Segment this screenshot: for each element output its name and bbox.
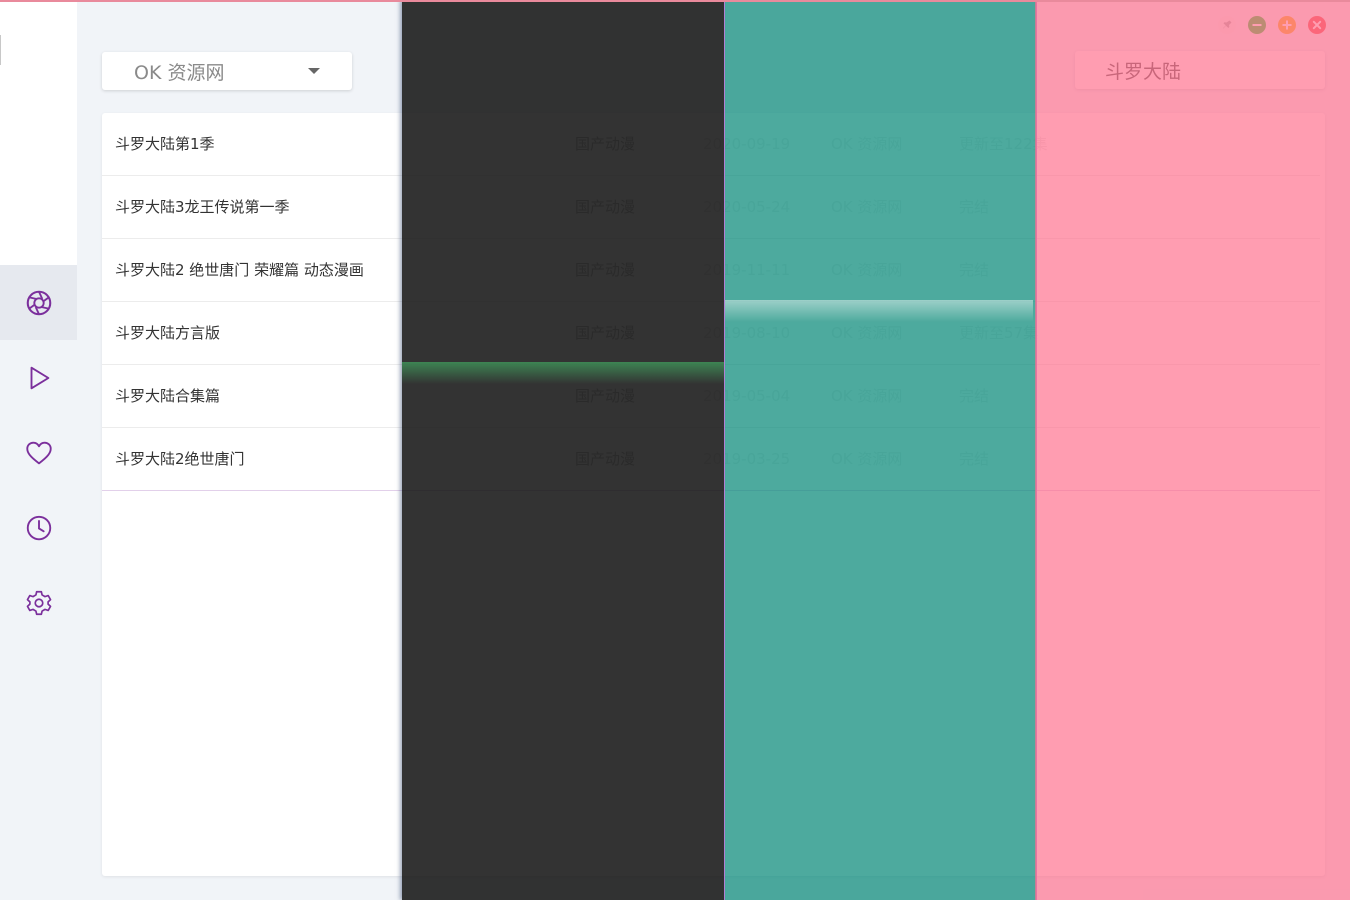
result-type: 国产动漫 <box>575 387 636 405</box>
aperture-icon <box>26 290 51 315</box>
close-button[interactable] <box>1308 16 1326 34</box>
result-type: 国产动漫 <box>575 135 636 153</box>
result-source: OK 资源网 <box>831 261 903 279</box>
download-button[interactable]: 下载 <box>1256 365 1286 427</box>
table-row[interactable]: 斗罗大陆2绝世唐门 国产动漫 2019-03-25 OK 资源网 完结 播放 收藏 分享 下载 <box>102 428 1320 491</box>
table-row[interactable]: 斗罗大陆第1季 国产动漫 2020-09-19 OK 资源网 更新至122集 播放 收藏 分享… <box>102 113 1320 176</box>
result-status: 完结 <box>959 387 990 405</box>
play-icon <box>30 366 49 389</box>
table-row[interactable]: 斗罗大陆2 绝世唐门 荣耀篇 动态漫画 国产动漫 2019-11-11 OK 资源网 完… <box>102 239 1320 302</box>
favorite-button[interactable]: 收藏 <box>1143 176 1173 238</box>
play-button[interactable]: 播放 <box>1087 428 1117 490</box>
close-icon <box>1308 16 1326 34</box>
sidebar-item-favorites[interactable] <box>0 415 77 490</box>
clock-icon <box>26 515 51 540</box>
chevron-down-icon <box>308 68 320 74</box>
result-status: 完结 <box>959 261 990 279</box>
result-status: 更新至122集 <box>959 135 1048 153</box>
share-button[interactable]: 分享 <box>1199 365 1229 427</box>
favorite-button[interactable]: 收藏 <box>1143 239 1173 301</box>
sidebar-item-settings[interactable] <box>0 565 77 640</box>
result-title[interactable]: 斗罗大陆方言版 <box>115 302 220 364</box>
table-row[interactable]: 斗罗大陆3龙王传说第一季 国产动漫 2020-05-24 OK 资源网 完结 播放 收藏 分享… <box>102 176 1320 239</box>
result-title[interactable]: 斗罗大陆合集篇 <box>115 365 220 427</box>
result-date: 2019-11-11 <box>703 261 791 279</box>
sidebar-divider <box>0 35 4 65</box>
sidebar-item-history[interactable] <box>0 490 77 565</box>
heart-icon <box>25 441 52 464</box>
share-button[interactable]: 分享 <box>1199 239 1229 301</box>
download-button[interactable]: 下载 <box>1256 302 1286 364</box>
pin-button[interactable] <box>1218 16 1236 34</box>
maximize-button[interactable] <box>1278 16 1296 34</box>
result-title[interactable]: 斗罗大陆3龙王传说第一季 <box>115 176 290 238</box>
play-button[interactable]: 播放 <box>1087 239 1117 301</box>
result-source: OK 资源网 <box>831 450 903 468</box>
favorite-button[interactable]: 收藏 <box>1143 302 1173 364</box>
play-button[interactable]: 播放 <box>1087 302 1117 364</box>
result-status: 完结 <box>959 450 990 468</box>
sidebar-header <box>0 0 77 265</box>
result-type: 国产动漫 <box>575 198 636 216</box>
result-source: OK 资源网 <box>831 387 903 405</box>
result-date: 2019-05-04 <box>703 387 791 405</box>
result-title[interactable]: 斗罗大陆2 绝世唐门 荣耀篇 动态漫画 <box>115 239 364 301</box>
sidebar-item-player[interactable] <box>0 340 77 415</box>
result-status: 更新至57集 <box>959 324 1039 342</box>
minimize-button[interactable] <box>1248 16 1266 34</box>
result-title[interactable]: 斗罗大陆2绝世唐门 <box>115 428 245 490</box>
result-title[interactable]: 斗罗大陆第1季 <box>115 113 215 175</box>
source-select-value: OK 资源网 <box>134 61 225 84</box>
table-row[interactable]: 斗罗大陆方言版 国产动漫 2019-08-10 OK 资源网 更新至57集 播放 收藏 分享下… <box>102 302 1320 365</box>
result-date: 2019-08-10 <box>703 324 791 342</box>
sidebar-item-search[interactable] <box>0 265 77 340</box>
result-type: 国产动漫 <box>575 450 636 468</box>
source-select[interactable]: OK 资源网 <box>102 52 352 90</box>
favorite-button[interactable]: 收藏 <box>1143 365 1173 427</box>
play-button[interactable]: 播放 <box>1087 365 1117 427</box>
download-button[interactable]: 下载 <box>1256 113 1286 175</box>
pin-icon <box>1218 16 1236 34</box>
result-source: OK 资源网 <box>831 324 903 342</box>
settings-icon <box>26 590 51 615</box>
download-button[interactable]: 下载 <box>1256 239 1286 301</box>
share-button[interactable]: 分享 <box>1199 302 1229 364</box>
result-date: 2020-09-19 <box>703 135 791 153</box>
result-status: 完结 <box>959 198 990 216</box>
result-date: 2020-05-24 <box>703 198 791 216</box>
results-table: 斗罗大陆第1季 国产动漫 2020-09-19 OK 资源网 更新至122集 播放 收藏 分享… <box>102 113 1320 491</box>
share-button[interactable]: 分享 <box>1199 176 1229 238</box>
results-panel: 斗罗大陆第1季 国产动漫 2020-09-19 OK 资源网 更新至122集 播放 收藏 分享… <box>102 113 1325 876</box>
share-button[interactable]: 分享 <box>1199 113 1229 175</box>
play-button[interactable]: 播放 <box>1087 176 1117 238</box>
sidebar <box>0 0 77 900</box>
minimize-icon <box>1248 16 1266 34</box>
share-button[interactable]: 分享 <box>1199 428 1229 490</box>
play-button[interactable]: 播放 <box>1087 113 1117 175</box>
download-button[interactable]: 下载 <box>1256 176 1286 238</box>
favorite-button[interactable]: 收藏 <box>1143 113 1173 175</box>
search-input[interactable] <box>1075 51 1325 89</box>
favorite-button[interactable]: 收藏 <box>1143 428 1173 490</box>
result-source: OK 资源网 <box>831 198 903 216</box>
maximize-icon <box>1278 16 1296 34</box>
result-date: 2019-03-25 <box>703 450 791 468</box>
result-source: OK 资源网 <box>831 135 903 153</box>
table-row[interactable]: 斗罗大陆合集篇 国产动漫 2019-05-04 OK 资源网 完结 播放 收藏 分享 下载 <box>102 365 1320 428</box>
result-type: 国产动漫 <box>575 261 636 279</box>
result-type: 国产动漫 <box>575 324 636 342</box>
app-window: OK 资源网 斗罗大陆第1季国产动漫2020-09-19OK 资源网更新至122… <box>0 0 1350 900</box>
download-button[interactable]: 下载 <box>1256 428 1286 490</box>
